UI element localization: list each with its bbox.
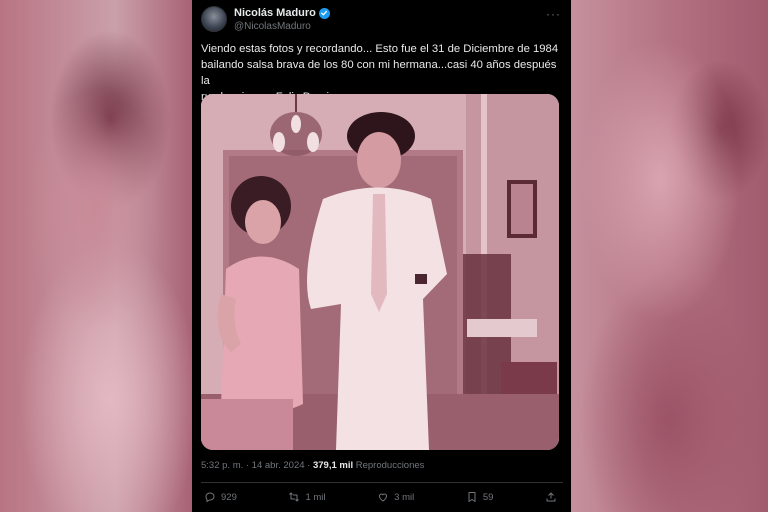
reply-icon [205, 492, 215, 503]
verified-badge-icon [318, 7, 330, 19]
like-count: 3 mil [394, 491, 415, 503]
bookmark-count: 59 [482, 491, 494, 503]
avatar[interactable] [201, 6, 227, 32]
repost-count: 1 mil [305, 491, 326, 503]
author-name[interactable]: Nicolás Maduro [234, 7, 316, 19]
tweet-card: Nicolás Maduro @NicolasMaduro ··· Viendo… [192, 0, 571, 512]
timestamp[interactable]: 5:32 p. m. · 14 abr. 2024 · [201, 460, 310, 471]
tweet-meta: 5:32 p. m. · 14 abr. 2024 · 379,1 mil Re… [201, 460, 424, 471]
share-button[interactable] [545, 491, 557, 503]
reply-button[interactable]: 929 [204, 491, 237, 503]
heart-icon [379, 493, 388, 502]
divider [201, 482, 563, 483]
views-count: 379,1 mil [312, 460, 354, 471]
photo-illustration [201, 94, 559, 450]
more-dots-icon[interactable]: ··· [546, 7, 561, 21]
repost-button[interactable]: 1 mil [288, 491, 326, 503]
reply-count: 929 [221, 491, 237, 503]
like-button[interactable]: 3 mil [377, 491, 414, 503]
views-label: Reproducciones [355, 460, 425, 471]
action-bar: 929 1 mil 3 mil 59 [204, 488, 557, 506]
author-handle[interactable]: @NicolasMaduro [234, 21, 311, 32]
repost-icon [289, 492, 300, 502]
tweet-photo[interactable] [201, 94, 559, 450]
share-icon [546, 492, 556, 502]
bookmark-button[interactable]: 59 [466, 491, 494, 503]
bookmark-icon [468, 492, 476, 502]
tweet-header: Nicolás Maduro @NicolasMaduro ··· [201, 6, 563, 34]
author-name-row: Nicolás Maduro [234, 7, 330, 19]
